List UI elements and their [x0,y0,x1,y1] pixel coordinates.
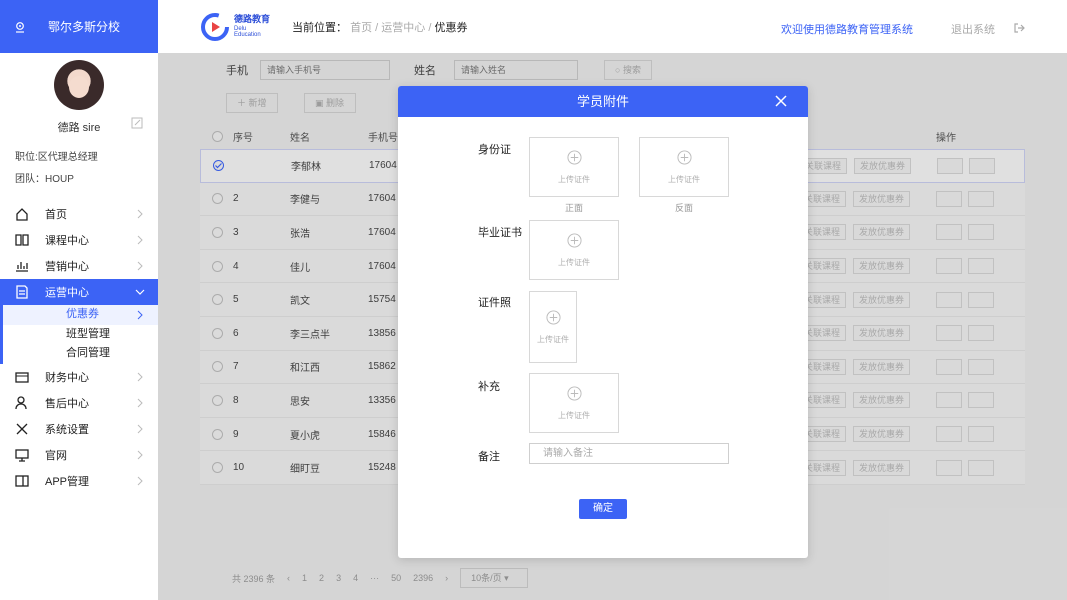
upload-photo[interactable]: 上传证件 [529,291,577,363]
welcome-text: 欢迎使用德路教育管理系统 [781,24,913,36]
user-profile: 德路 sire [0,53,158,135]
wallet-icon [15,371,29,383]
nav-label: 营销中心 [45,261,89,273]
subnav-item-class-types[interactable]: 班型管理 [3,325,158,345]
breadcrumb-prefix: 当前位置： [292,21,348,34]
supplement-label: 补充 [478,381,500,393]
nav-label: 售后中心 [45,397,89,410]
plus-circle-icon [566,150,582,165]
upload-id-back[interactable]: 上传证件 [639,137,729,197]
branch-name: 鄂尔多斯分校 [48,20,121,34]
nav-label: 课程中心 [45,235,89,247]
logout-icon[interactable] [1013,21,1027,35]
nav-label: APP管理 [45,475,90,488]
plus-circle-icon [676,150,692,165]
upload-text: 上传证件 [558,258,590,267]
home-icon [16,208,28,221]
breadcrumb-home[interactable]: 首页 [350,22,372,34]
id-card-label: 身份证 [478,144,511,156]
modal-title: 学员附件 [576,94,629,109]
photo-label: 证件照 [478,297,511,309]
upload-diploma[interactable]: 上传证件 [529,220,619,280]
app-icon [15,474,29,487]
nav-item-app[interactable]: APP管理 [0,468,158,494]
user-icon [15,395,27,409]
position-text: 职位:区代理总经理 [15,152,98,163]
avatar [54,60,104,110]
nav-label: 运营中心 [45,287,89,299]
plus-circle-icon [545,310,561,325]
breadcrumb-separator: / [428,21,432,34]
operations-submenu: 优惠券 班型管理 合同管理 [0,305,158,364]
plus-circle-icon [566,386,582,401]
chevron-down-icon [135,289,145,295]
close-icon[interactable] [774,94,788,108]
chevron-right-icon [137,398,143,407]
nav-item-home[interactable]: 首页 [0,201,158,227]
sidebar-nav: 首页 课程中心 营销中心 运营中心 优惠券 班型管理 合同管理 财务中心 售后中… [0,201,158,494]
subnav-item-coupons[interactable]: 优惠券 [3,305,158,325]
top-header: 德路教育 Delu Education 当前位置： 首页 / 运营中心 / 优惠… [158,0,1067,53]
logo-cn: 德路教育 [234,14,271,24]
subnav-label: 优惠券 [66,308,99,320]
logo[interactable]: 德路教育 Delu Education [200,12,270,42]
nav-item-after-sales[interactable]: 售后中心 [0,390,158,416]
nav-item-courses[interactable]: 课程中心 [0,227,158,253]
logo-en-2: Education [234,32,261,38]
breadcrumb-operations[interactable]: 运营中心 [381,22,425,34]
breadcrumb-separator: / [375,21,379,34]
nav-item-operations[interactable]: 运营中心 [0,279,158,305]
plus-circle-icon [566,233,582,248]
logout-link[interactable]: 退出系统 [951,21,995,37]
monitor-icon [15,448,29,462]
nav-label: 财务中心 [45,371,89,384]
upload-supplement[interactable]: 上传证件 [529,373,619,433]
attachments-modal: 学员附件 身份证 上传证件 正面 上传证件 反面 毕业证书 上传证件 证件照 上… [398,86,808,558]
nav-item-website[interactable]: 官网 [0,442,158,468]
bar-chart-icon [16,262,28,272]
document-icon [16,285,28,299]
chevron-right-icon [137,310,143,320]
upload-text: 上传证件 [537,335,569,344]
upload-text: 上传证件 [558,411,590,420]
chevron-right-icon [137,261,143,271]
chevron-right-icon [137,450,143,459]
note-label: 备注 [478,451,500,463]
note-input[interactable]: 请输入备注 [529,443,729,464]
breadcrumb-current: 优惠券 [434,21,468,34]
tools-icon [16,423,28,434]
nav-item-finance[interactable]: 财务中心 [0,364,158,390]
front-caption: 正面 [565,203,584,213]
upload-text: 上传证件 [558,175,590,184]
edit-profile-icon[interactable] [131,117,143,129]
chevron-right-icon [137,372,143,381]
team-text: 团队：HOUP [15,174,74,185]
diploma-label: 毕业证书 [478,227,522,239]
sidebar: 鄂尔多斯分校 德路 sire 职位:区代理总经理 团队：HOUP 首页 课程中心… [0,0,158,600]
breadcrumb: 当前位置： 首页 / 运营中心 / 优惠券 [292,19,467,35]
logo-text: 德路教育 Delu Education [234,14,271,39]
upload-id-front[interactable]: 上传证件 [529,137,619,197]
upload-text: 上传证件 [668,175,700,184]
logo-mark-icon [201,12,229,41]
confirm-button[interactable]: 确定 [579,499,627,519]
user-meta: 职位:区代理总经理 团队：HOUP [0,147,158,191]
location-icon [16,21,24,33]
branch-header[interactable]: 鄂尔多斯分校 [0,0,158,53]
nav-label: 系统设置 [45,423,89,436]
nav-item-marketing[interactable]: 营销中心 [0,253,158,279]
nav-label: 首页 [45,209,67,221]
chevron-right-icon [137,476,143,485]
chevron-right-icon [137,235,143,245]
nav-label: 官网 [45,449,67,462]
book-icon [15,234,29,246]
nav-item-settings[interactable]: 系统设置 [0,416,158,442]
chevron-right-icon [137,209,143,219]
chevron-right-icon [137,424,143,433]
modal-header: 学员附件 [398,86,808,117]
back-caption: 反面 [675,203,694,213]
subnav-item-contracts[interactable]: 合同管理 [3,344,158,364]
